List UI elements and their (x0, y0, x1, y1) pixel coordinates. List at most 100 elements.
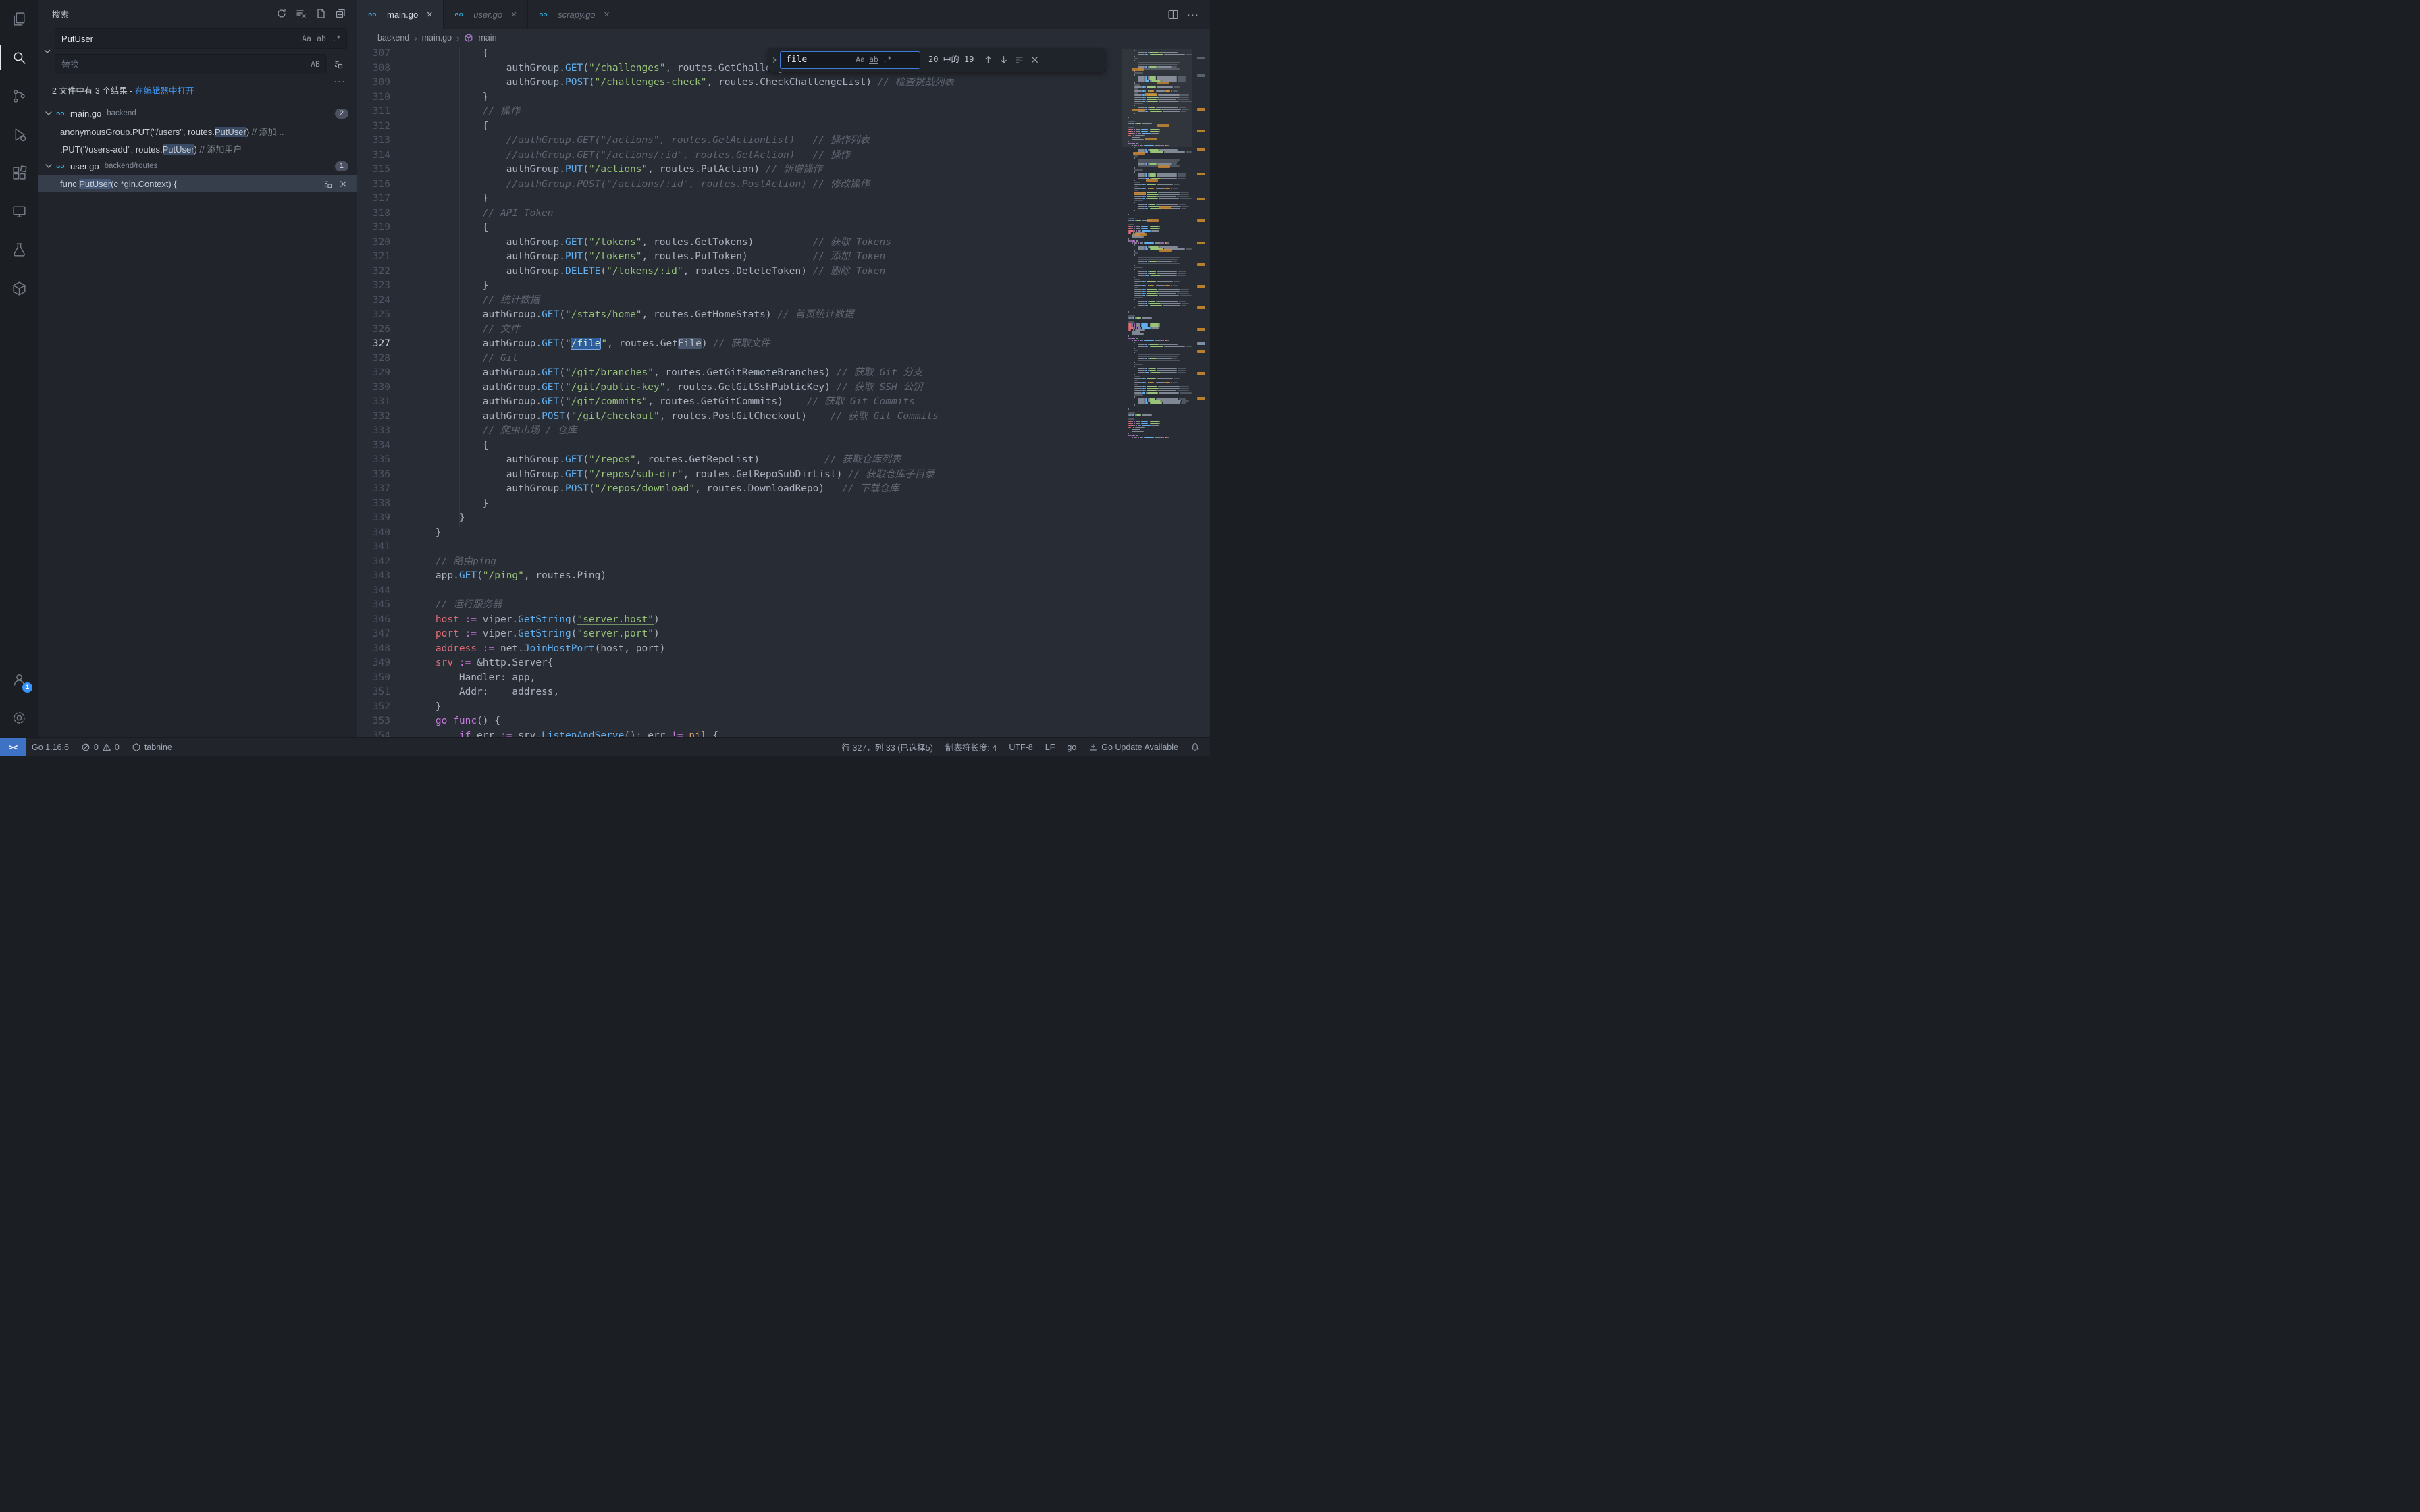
code-line[interactable]: 312 { (357, 119, 1210, 134)
code-line[interactable]: 341 (357, 540, 1210, 555)
code-line[interactable]: 330 authGroup.GET("/git/public-key", rou… (357, 381, 1210, 396)
code-line[interactable]: 344 (357, 584, 1210, 599)
overview-ruler[interactable] (1192, 47, 1210, 737)
code-line[interactable]: 318 // API Token (357, 207, 1210, 221)
search-result-row[interactable]: .PUT("/users-add", routes.PutUser) // 添加… (38, 140, 357, 157)
tab-close-icon[interactable]: × (600, 8, 614, 22)
minimap[interactable] (1122, 47, 1192, 737)
code-line[interactable]: 349 srv := &http.Server{ (357, 656, 1210, 671)
find-previous-icon[interactable] (980, 52, 996, 68)
breadcrumb-folder[interactable]: backend (377, 33, 409, 43)
dismiss-icon[interactable] (338, 179, 348, 189)
code-line[interactable]: 323 } (357, 279, 1210, 294)
code-line[interactable]: 351 Addr: address, (357, 685, 1210, 700)
code-line[interactable]: 310 } (357, 90, 1210, 105)
find-next-icon[interactable] (996, 52, 1011, 68)
cursor-position-status[interactable]: 行 327，列 33 (已选择5) (835, 738, 939, 756)
code-line[interactable]: 311 // 操作 (357, 105, 1210, 119)
code-line[interactable]: 353 go func() { (357, 714, 1210, 729)
replace-icon[interactable] (323, 179, 333, 189)
indentation-status[interactable]: 制表符长度: 4 (939, 738, 1003, 756)
code-line[interactable]: 347 port := viper.GetString("server.port… (357, 627, 1210, 642)
code-line[interactable]: 327 authGroup.GET("/file", routes.GetFil… (357, 337, 1210, 352)
code-line[interactable]: 319 { (357, 221, 1210, 236)
code-line[interactable]: 352 } (357, 700, 1210, 715)
code-line[interactable]: 320 authGroup.GET("/tokens", routes.GetT… (357, 236, 1210, 250)
sidebar-item-explorer[interactable] (0, 0, 38, 38)
code-line[interactable]: 343 app.GET("/ping", routes.Ping) (357, 569, 1210, 584)
code-line[interactable]: 336 authGroup.GET("/repos/sub-dir", rout… (357, 468, 1210, 483)
code-line[interactable]: 333 // 爬虫市场 / 仓库 (357, 424, 1210, 439)
code-line[interactable]: 329 authGroup.GET("/git/branches", route… (357, 366, 1210, 381)
encoding-status[interactable]: UTF-8 (1003, 738, 1038, 756)
code-line[interactable]: 345 // 运行服务器 (357, 598, 1210, 613)
sidebar-item-testing[interactable] (0, 231, 38, 269)
find-close-icon[interactable] (1027, 52, 1043, 68)
search-result-row[interactable]: anonymousGroup.PUT("/users", routes.PutU… (38, 122, 357, 140)
code-editor[interactable]: 307 {308 authGroup.GET("/challenges", ro… (357, 47, 1210, 737)
tabnine-status[interactable]: tabnine (126, 738, 178, 756)
code-line[interactable]: 346 host := viper.GetString("server.host… (357, 613, 1210, 628)
problems-status[interactable]: 0 0 (75, 738, 126, 756)
find-whole-word-icon[interactable]: ab (867, 53, 880, 67)
chevron-down-icon[interactable] (43, 107, 55, 119)
search-file-row[interactable]: GOmain.gobackend2 (38, 105, 357, 122)
code-line[interactable]: 321 authGroup.PUT("/tokens", routes.PutT… (357, 250, 1210, 265)
toggle-replace-button[interactable] (40, 28, 55, 74)
chevron-down-icon[interactable] (43, 160, 55, 172)
code-line[interactable]: 331 authGroup.GET("/git/commits", routes… (357, 395, 1210, 410)
code-line[interactable]: 350 Handler: app, (357, 671, 1210, 686)
code-line[interactable]: 325 authGroup.GET("/stats/home", routes.… (357, 308, 1210, 323)
tab-user-go[interactable]: GO user.go × (444, 0, 528, 29)
sidebar-item-search[interactable] (0, 38, 38, 77)
open-new-search-editor-icon[interactable] (313, 5, 329, 22)
code-line[interactable]: 326 // 文件 (357, 323, 1210, 338)
regex-icon[interactable]: .* (329, 31, 344, 46)
tab-close-icon[interactable]: × (423, 8, 436, 22)
settings-button[interactable] (0, 699, 38, 737)
tab-close-icon[interactable]: × (507, 8, 521, 22)
find-match-case-icon[interactable]: Aa (853, 53, 867, 67)
match-case-icon[interactable]: Aa (299, 31, 314, 46)
clear-results-icon[interactable] (293, 5, 309, 22)
remote-indicator[interactable]: >< (0, 738, 26, 756)
whole-word-icon[interactable]: ab (314, 31, 329, 46)
sidebar-item-source-control[interactable] (0, 77, 38, 115)
code-line[interactable]: 309 authGroup.POST("/challenges-check", … (357, 76, 1210, 90)
sidebar-item-run-debug[interactable] (0, 115, 38, 154)
toggle-search-details-icon[interactable]: ··· (334, 76, 346, 87)
sidebar-item-remote-explorer[interactable] (0, 192, 38, 231)
code-line[interactable]: 332 authGroup.POST("/git/checkout", rout… (357, 410, 1210, 425)
preserve-case-icon[interactable]: AB (308, 57, 323, 72)
tab-main-go[interactable]: GO main.go × (357, 0, 444, 29)
find-in-selection-icon[interactable] (1011, 52, 1027, 68)
code-line[interactable]: 337 authGroup.POST("/repos/download", ro… (357, 482, 1210, 497)
breadcrumb-file[interactable]: main.go (422, 33, 452, 43)
code-line[interactable]: 339 } (357, 511, 1210, 526)
notifications-button[interactable] (1184, 738, 1206, 756)
language-mode-status[interactable]: go (1061, 738, 1082, 756)
find-toggle-replace-icon[interactable] (768, 48, 780, 72)
sidebar-item-extensions[interactable] (0, 154, 38, 192)
tab-scrapy-go[interactable]: GO scrapy.go × (528, 0, 621, 29)
code-line[interactable]: 317 } (357, 192, 1210, 207)
code-line[interactable]: 334 { (357, 439, 1210, 454)
search-file-row[interactable]: GOuser.gobackend/routes1 (38, 157, 357, 175)
replace-input[interactable] (61, 59, 308, 70)
code-line[interactable]: 324 // 统计数据 (357, 294, 1210, 308)
accounts-button[interactable]: 1 (0, 660, 38, 699)
code-line[interactable]: 342 // 路由ping (357, 555, 1210, 570)
go-update-status[interactable]: Go Update Available (1082, 738, 1184, 756)
code-line[interactable]: 316 //authGroup.POST("/actions/:id", rou… (357, 178, 1210, 192)
code-line[interactable]: 338 } (357, 497, 1210, 512)
sidebar-item-packages[interactable] (0, 269, 38, 308)
code-line[interactable]: 354 if err := srv.ListenAndServe(); err … (357, 729, 1210, 738)
find-regex-icon[interactable]: .* (880, 53, 894, 67)
search-input[interactable] (61, 34, 299, 44)
code-line[interactable]: 328 // Git (357, 352, 1210, 367)
collapse-all-icon[interactable] (332, 5, 348, 22)
open-in-editor-link[interactable]: 在编辑器中打开 (135, 86, 194, 96)
code-line[interactable]: 313 //authGroup.GET("/actions", routes.G… (357, 134, 1210, 148)
replace-all-icon[interactable] (330, 55, 347, 73)
split-editor-icon[interactable] (1167, 9, 1179, 20)
